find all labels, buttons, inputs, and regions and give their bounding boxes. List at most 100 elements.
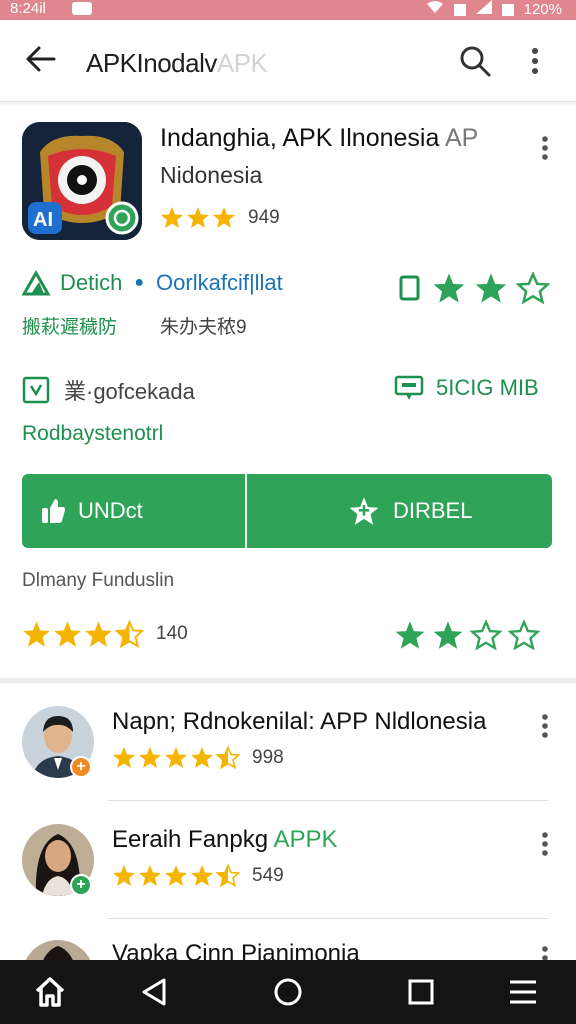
- star-outline-icon[interactable]: [470, 620, 502, 650]
- list-item-stars: [112, 746, 240, 769]
- wishlist-button[interactable]: DIRBEL: [247, 474, 552, 548]
- list-item-overflow-icon[interactable]: [540, 714, 550, 743]
- list-item[interactable]: Vapka Cinn Pianimonia: [0, 936, 576, 960]
- star-filled-icon: [113, 865, 135, 886]
- review-count: 140: [156, 623, 188, 644]
- wifi-icon: [426, 0, 444, 19]
- list-item-rating: 998: [112, 746, 284, 769]
- install-button[interactable]: UNDct: [22, 474, 247, 548]
- list-separator: [108, 918, 548, 919]
- list-separator: [108, 800, 548, 801]
- star-filled-icon: [23, 621, 50, 647]
- star-half-icon: [216, 746, 240, 769]
- star-filled-icon: [85, 621, 112, 647]
- star-filled-icon[interactable]: [394, 620, 426, 650]
- notification-icon: [72, 2, 92, 15]
- back-arrow-icon[interactable]: [24, 44, 56, 79]
- bookmark-icon[interactable]: [398, 274, 424, 302]
- list-item-title: Napn; Rdnokenilal: APP Nldlonesia: [112, 708, 486, 736]
- menu-icon[interactable]: [508, 976, 538, 1013]
- star-filled-icon: [191, 747, 213, 768]
- star-add-icon: [349, 497, 379, 525]
- overflow-menu-icon[interactable]: [530, 48, 540, 79]
- home-circle-icon[interactable]: [272, 976, 304, 1013]
- list-item-title: Vapka Cinn Pianimonia: [112, 940, 360, 960]
- list-item-title-text: Eeraih Fanpkg: [112, 826, 274, 853]
- page-title-faded: APK: [216, 48, 268, 78]
- app-rating: 949: [160, 206, 280, 229]
- badge-icon: +: [70, 874, 92, 896]
- download-size-icon: [394, 375, 424, 400]
- system-nav-bar: [0, 960, 576, 1024]
- list-item-title: Eeraih Fanpkg APPK: [112, 826, 337, 854]
- star-filled-icon: [161, 207, 183, 228]
- star-filled-icon: [113, 747, 135, 768]
- separator-dot: ●: [134, 274, 145, 291]
- star-filled-icon: [191, 865, 213, 886]
- list-item-stars: [112, 864, 240, 887]
- star-filled-icon: [165, 865, 187, 886]
- app-title: Indanghia, APK Ilnonesia AP: [160, 124, 478, 153]
- wishlist-button-label: DIRBEL: [393, 498, 473, 523]
- thumb-icon: [42, 499, 65, 523]
- size-row: 5ICIG MIB: [394, 374, 539, 402]
- badge-icon: +: [70, 756, 92, 778]
- developer-icon: [22, 270, 51, 296]
- rating-stars: [160, 206, 236, 229]
- list-item[interactable]: + Eeraih Fanpkg APPK 549: [0, 818, 576, 936]
- developer-link[interactable]: Oorlkafcif|llat: [156, 270, 283, 296]
- category-row: 業·gofcekada: [22, 374, 195, 406]
- signal-icon: [475, 0, 492, 19]
- star-filled-icon: [213, 207, 235, 228]
- info-line-gray: 朱办夫秾9: [160, 317, 247, 338]
- review-rating: 140: [22, 620, 188, 648]
- star-filled-icon[interactable]: [432, 620, 464, 650]
- app-subtitle: Nidonesia: [160, 162, 263, 188]
- status-bar: 8:24il 120%: [0, 0, 576, 20]
- action-button-row: UNDct DIRBEL: [22, 474, 552, 548]
- search-icon[interactable]: [458, 44, 492, 83]
- star-filled-icon: [54, 621, 81, 647]
- status-time: 8:24il: [10, 0, 46, 17]
- svg-text:AI: AI: [33, 209, 53, 231]
- back-triangle-icon[interactable]: [140, 976, 168, 1013]
- page-title-text: APKInodalv: [86, 48, 217, 78]
- category-icon: [22, 376, 50, 404]
- action-icons: [398, 272, 550, 304]
- recents-square-icon[interactable]: [406, 976, 436, 1013]
- sim-icon: [453, 3, 466, 16]
- rating-count: 949: [248, 206, 280, 228]
- list-item-rating: 549: [112, 864, 284, 887]
- list-item-title-text: Vapka Cinn Pianimonia: [112, 940, 360, 960]
- developer-row: Detich ● Oorlkafcif|llat: [22, 270, 283, 296]
- app-overflow-icon[interactable]: [540, 136, 550, 165]
- star-filled-icon: [475, 273, 507, 303]
- app-bar: APKInodalvAPK: [0, 20, 576, 102]
- developer-name[interactable]: Detich: [60, 270, 122, 296]
- tagline: Dlmany Funduslin: [22, 570, 175, 591]
- star-filled-icon: [433, 273, 465, 303]
- home-icon[interactable]: [34, 976, 66, 1013]
- star-filled-icon: [139, 747, 161, 768]
- star-outline-icon: [516, 272, 550, 304]
- list-item-title-tag: APPK: [273, 826, 338, 853]
- list-item-count: 998: [252, 746, 284, 768]
- battery-level: 120%: [523, 0, 562, 18]
- star-half-icon: [115, 620, 144, 648]
- list-item-count: 549: [252, 864, 284, 886]
- list-item-overflow-icon[interactable]: [540, 946, 550, 960]
- review-stars: [22, 620, 144, 648]
- list-item[interactable]: + Napn; Rdnokenilal: APP Nldlonesia 998: [0, 700, 576, 818]
- star-filled-icon: [187, 207, 209, 228]
- star-outline-icon[interactable]: [508, 620, 540, 650]
- battery-icon: [501, 3, 514, 16]
- list-item-title-text: Napn; Rdnokenilal: APP Nldlonesia: [112, 708, 487, 735]
- list-item-overflow-icon[interactable]: [540, 832, 550, 861]
- star-half-icon: [216, 864, 240, 887]
- section-divider: [0, 678, 576, 683]
- read-more-link[interactable]: Rodbaystenotrl: [22, 422, 163, 446]
- star-filled-icon: [165, 747, 187, 768]
- app-title-text: Indanghia, APK Ilnonesia: [160, 124, 440, 152]
- page-title: APKInodalvAPK: [86, 48, 268, 79]
- category-label: 業·gofcekada: [64, 379, 195, 404]
